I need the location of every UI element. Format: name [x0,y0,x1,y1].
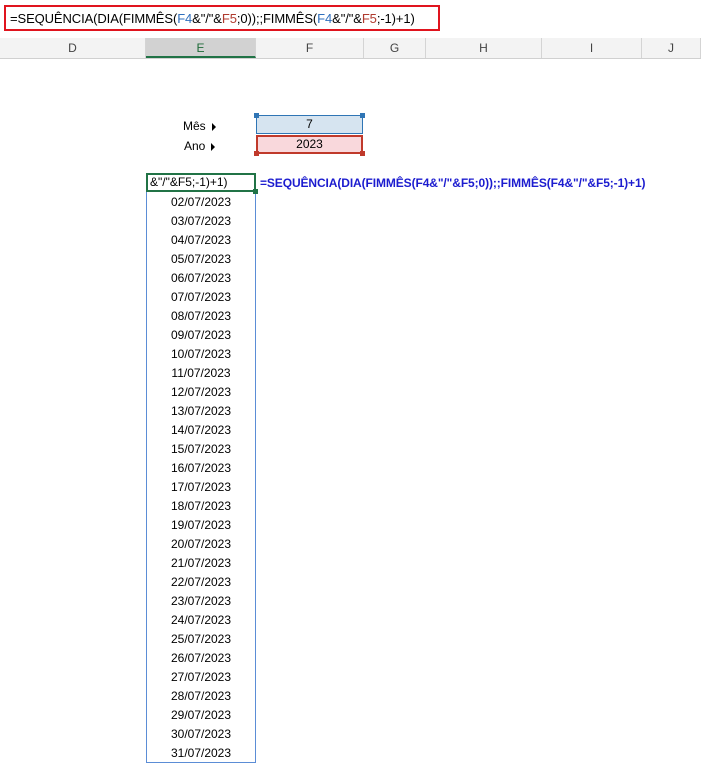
active-cell-e[interactable]: &"/"&F5;-1)+1) [146,173,256,192]
column-header-f[interactable]: F [256,38,364,58]
date-cell[interactable]: 11/07/2023 [146,364,256,383]
formula-annotation: =SEQUÊNCIA(DIA(FIMMÊS(F4&"/"&F5;0));;FIM… [260,176,646,190]
formula-part: F4 [317,11,333,26]
date-cell[interactable]: 12/07/2023 [146,383,256,402]
triangle-right-icon [211,142,216,151]
date-cell[interactable]: 23/07/2023 [146,592,256,611]
range-handle-top-right[interactable] [360,113,365,118]
date-list: 02/07/2023 03/07/2023 04/07/2023 05/07/2023… [146,193,256,763]
formula-text[interactable]: =SEQUÊNCIA(DIA(FIMMÊS(F4&"/"&F5;0));;FIM… [10,11,415,26]
mes-cell[interactable]: 7 [256,115,363,134]
ano-cell[interactable]: 2023 [256,135,363,154]
date-cell[interactable]: 08/07/2023 [146,307,256,326]
date-cell[interactable]: 25/07/2023 [146,630,256,649]
date-cell[interactable]: 16/07/2023 [146,459,256,478]
date-cell[interactable]: 18/07/2023 [146,497,256,516]
date-cell[interactable]: 21/07/2023 [146,554,256,573]
mes-label-row: Mês [183,119,216,133]
date-cell[interactable]: 30/07/2023 [146,725,256,744]
date-cell[interactable]: 10/07/2023 [146,345,256,364]
range-handle-top-left[interactable] [254,113,259,118]
date-cell[interactable]: 17/07/2023 [146,478,256,497]
mes-label: Mês [183,119,206,133]
triangle-right-icon [211,122,216,131]
date-cell[interactable]: 29/07/2023 [146,706,256,725]
range-handle-bottom-left[interactable] [254,151,259,156]
date-cell[interactable]: 03/07/2023 [146,212,256,231]
date-cell[interactable]: 06/07/2023 [146,269,256,288]
formula-part: &"/"& [192,11,222,26]
range-handle-bottom-right[interactable] [360,151,365,156]
date-cell[interactable]: 20/07/2023 [146,535,256,554]
formula-bar[interactable]: =SEQUÊNCIA(DIA(FIMMÊS(F4&"/"&F5;0));;FIM… [0,0,701,39]
date-cell[interactable]: 22/07/2023 [146,573,256,592]
date-cell[interactable]: 09/07/2023 [146,326,256,345]
date-cell[interactable]: 04/07/2023 [146,231,256,250]
column-header-d[interactable]: D [0,38,146,58]
date-cell[interactable]: 15/07/2023 [146,440,256,459]
date-cell[interactable]: 26/07/2023 [146,649,256,668]
column-header-e[interactable]: E [146,38,256,58]
formula-part: =SEQUÊNCIA(DIA(FIMMÊS( [10,11,178,26]
formula-part: &"/"& [332,11,362,26]
date-cell[interactable]: 28/07/2023 [146,687,256,706]
ano-label: Ano [184,139,206,153]
formula-part: ;0));;FIMMÊS( [236,11,318,26]
date-cell[interactable]: 24/07/2023 [146,611,256,630]
date-cell[interactable]: 07/07/2023 [146,288,256,307]
date-cell[interactable]: 19/07/2023 [146,516,256,535]
date-cell[interactable]: 27/07/2023 [146,668,256,687]
date-cell[interactable]: 02/07/2023 [146,193,256,212]
formula-part: F5 [221,11,237,26]
date-cell[interactable]: 14/07/2023 [146,421,256,440]
formula-part: ;-1)+1) [376,11,415,26]
column-header-j[interactable]: J [642,38,701,58]
date-cell[interactable]: 05/07/2023 [146,250,256,269]
date-cell[interactable]: 31/07/2023 [146,744,256,763]
formula-part: F5 [361,11,377,26]
column-header-g[interactable]: G [364,38,426,58]
date-cell[interactable]: 13/07/2023 [146,402,256,421]
column-header-bar: DEFGHIJ [0,38,701,59]
column-header-h[interactable]: H [426,38,542,58]
formula-part: F4 [177,11,193,26]
column-header-i[interactable]: I [542,38,642,58]
ano-label-row: Ano [184,139,216,153]
